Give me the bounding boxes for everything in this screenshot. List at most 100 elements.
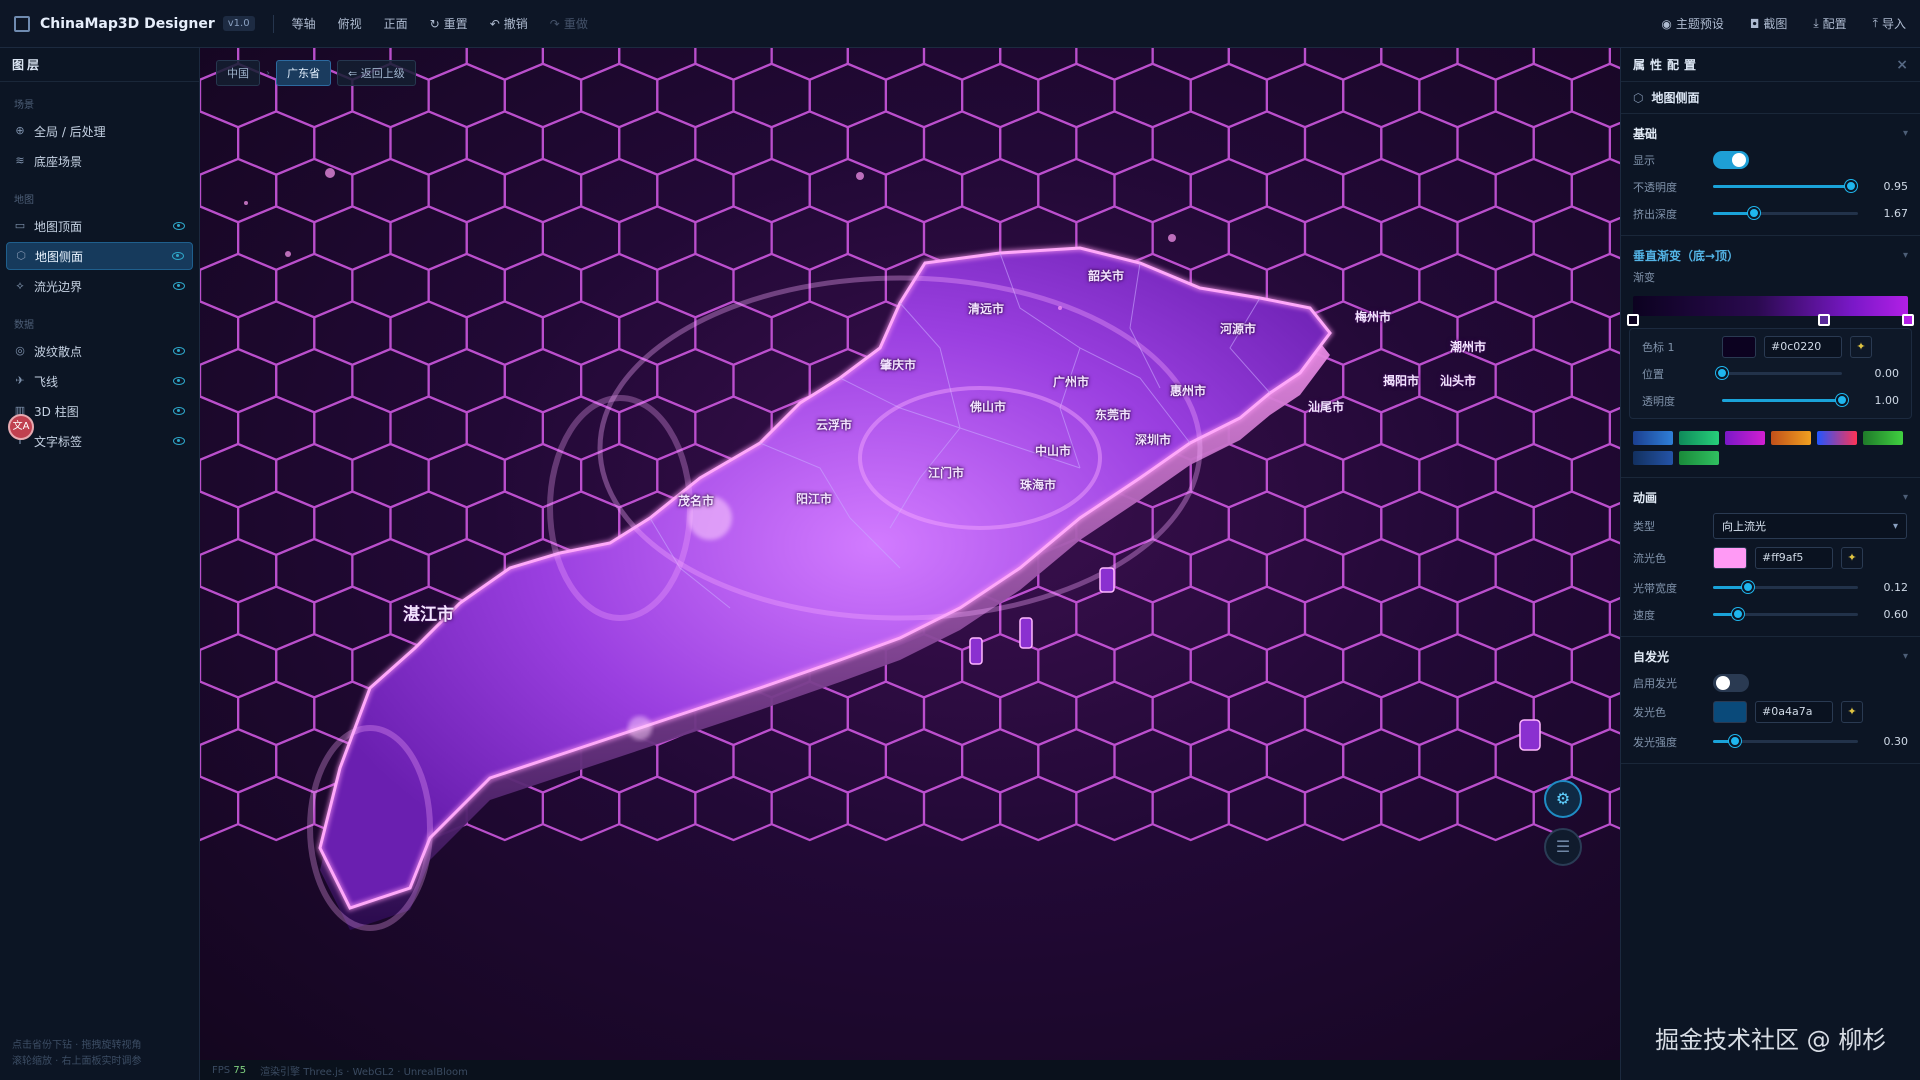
stop-color-swatch[interactable] [1722,335,1756,358]
map-label-foshan[interactable]: 佛山市 [970,398,1006,415]
data-fab[interactable]: ☰ [1544,828,1582,866]
gradient-preset-swatch[interactable] [1725,431,1765,445]
close-icon[interactable]: × [1896,57,1908,73]
emissive-color-input[interactable]: #0a4a7a [1755,701,1833,723]
map-label-zhongshan[interactable]: 中山市 [1035,442,1071,459]
section-animation-header[interactable]: 动画 ▾ [1621,484,1920,510]
eye-icon[interactable] [173,347,185,355]
layer-global-postprocess[interactable]: ⊕ 全局 / 后处理 [6,117,193,145]
emissive-toggle[interactable] [1713,673,1749,692]
map-label-yangjiang[interactable]: 阳江市 [796,490,832,507]
map-viewport[interactable]: 中国 › 广东省 ⇐ 返回上级 韶关市 清远市 河源市 梅州市 潮州市 肇庆市 … [200,48,1620,1060]
pin-icon: ◎ [15,344,25,357]
theme-preset-button[interactable]: ◉ 主题预设 [1661,15,1724,32]
map-label-zhuhai[interactable]: 珠海市 [1020,476,1056,493]
layer-3d-bars[interactable]: ▥ 3D 柱图 [6,397,193,425]
redo-button[interactable]: ↷ 重做 [550,15,588,32]
gradient-stop[interactable] [1818,314,1830,326]
map-label-guangzhou[interactable]: 广州市 [1053,373,1089,390]
gradient-preset-swatch[interactable] [1679,451,1719,465]
speed-slider[interactable] [1713,608,1858,620]
map-label-dongguan[interactable]: 东莞市 [1095,406,1131,423]
import-button[interactable]: ⤒ 导入 [1873,15,1906,32]
eye-icon[interactable] [172,252,184,260]
band-width-slider[interactable] [1713,581,1858,593]
anim-type-select[interactable]: 向上流光 ▾ [1713,513,1907,539]
section-gradient-header[interactable]: 垂直渐变（底→顶） ▾ [1621,242,1920,268]
flow-color-input[interactable]: #ff9af5 [1755,547,1833,569]
map-label-heyuan[interactable]: 河源市 [1220,320,1256,337]
hex-cell [465,300,544,366]
layer-ripple-points[interactable]: ◎ 波纹散点 [6,337,193,365]
gradient-preset-swatch[interactable] [1863,431,1903,445]
layer-base-scene[interactable]: ≋ 底座场景 [6,147,193,175]
sparkle-icon[interactable]: ✦ [1850,335,1872,358]
map-label-qingyuan[interactable]: 清远市 [968,300,1004,317]
eye-icon[interactable] [173,407,185,415]
map-label-huizhou[interactable]: 惠州市 [1170,382,1206,399]
flow-color-swatch[interactable] [1713,547,1747,569]
view-isometric-button[interactable]: 等轴 [292,15,316,32]
gradient-label: 渐变 [1633,271,1655,284]
export-config-button[interactable]: ⤓ 配置 [1813,15,1846,32]
eye-icon[interactable] [173,282,185,290]
section-emissive-header[interactable]: 自发光 ▾ [1621,643,1920,669]
section-basic-header[interactable]: 基础 ▾ [1621,120,1920,146]
hex-cell [503,442,583,509]
back-button[interactable]: ⇐ 返回上级 [337,60,416,86]
map-label-maoming[interactable]: 茂名市 [678,492,714,509]
gradient-stop[interactable] [1902,314,1914,326]
stop-alpha-slider[interactable] [1722,394,1848,406]
reset-button[interactable]: ↻ 重置 [430,15,468,32]
settings-fab[interactable]: ⚙ [1544,780,1582,818]
view-top-button[interactable]: 俯视 [338,15,362,32]
emissive-intensity-slider[interactable] [1713,735,1858,747]
gradient-preset-swatch[interactable] [1817,431,1857,445]
gradient-preset-swatch[interactable] [1633,431,1673,445]
translate-icon[interactable]: 文A [8,414,34,440]
gradient-preset-swatch[interactable] [1633,451,1673,465]
gradient-stop[interactable] [1627,314,1639,326]
section-basic: 基础 ▾ 显示 不透明度 0.95 挤出深度 1.67 [1621,114,1920,236]
hex-cell [580,157,659,224]
map-label-meizhou[interactable]: 梅州市 [1355,308,1391,325]
layer-flylines[interactable]: ✈ 飞线 [6,367,193,395]
hex-cell [200,537,278,604]
eye-icon[interactable] [173,377,185,385]
map-label-shenzhen[interactable]: 深圳市 [1135,431,1171,448]
gradient-preset-swatch[interactable] [1771,431,1811,445]
map-label-zhanjiang[interactable]: 湛江市 [403,600,454,625]
map-label-shanwei[interactable]: 汕尾市 [1308,398,1344,415]
sparkle-icon[interactable]: ✦ [1841,701,1863,723]
screenshot-button[interactable]: ◘ 截图 [1750,15,1788,32]
layer-map-top[interactable]: ▭ 地图顶面 [6,212,193,240]
emissive-color-swatch[interactable] [1713,701,1747,723]
map-label-shaoguan[interactable]: 韶关市 [1088,267,1124,284]
map-label-jiangmen[interactable]: 江门市 [928,464,964,481]
view-front-button[interactable]: 正面 [384,15,408,32]
hex-cell [922,110,1002,176]
gradient-preset-swatch[interactable] [1679,431,1719,445]
stop-position-slider[interactable] [1716,367,1842,379]
gradient-bar[interactable] [1627,296,1914,326]
map-label-jieyang[interactable]: 揭阳市 [1383,372,1419,389]
map-label-chaozhou[interactable]: 潮州市 [1450,338,1486,355]
map-label-yunfu[interactable]: 云浮市 [816,416,852,433]
breadcrumb-china[interactable]: 中国 [216,60,260,86]
layer-text-labels[interactable]: T 文字标签 [6,427,193,455]
breadcrumb-guangdong[interactable]: 广东省 [276,60,331,86]
layer-map-side[interactable]: ⬡ 地图侧面 [6,242,193,270]
eye-icon[interactable] [173,222,185,230]
stop-color-input[interactable]: #0c0220 [1764,335,1842,358]
undo-button[interactable]: ↶ 撤销 [490,15,528,32]
eye-icon[interactable] [173,437,185,445]
map-label-zhaoqing[interactable]: 肇庆市 [880,356,916,373]
layer-flow-border[interactable]: ⟡ 流光边界 [6,272,193,300]
anim-type-row: 类型 向上流光 ▾ [1621,510,1920,542]
extrude-depth-slider[interactable] [1713,207,1858,219]
show-toggle[interactable] [1713,150,1749,169]
sparkle-icon[interactable]: ✦ [1841,547,1863,569]
opacity-slider[interactable] [1713,180,1858,192]
map-label-shantou[interactable]: 汕头市 [1440,372,1476,389]
hex-cell [1418,252,1497,319]
